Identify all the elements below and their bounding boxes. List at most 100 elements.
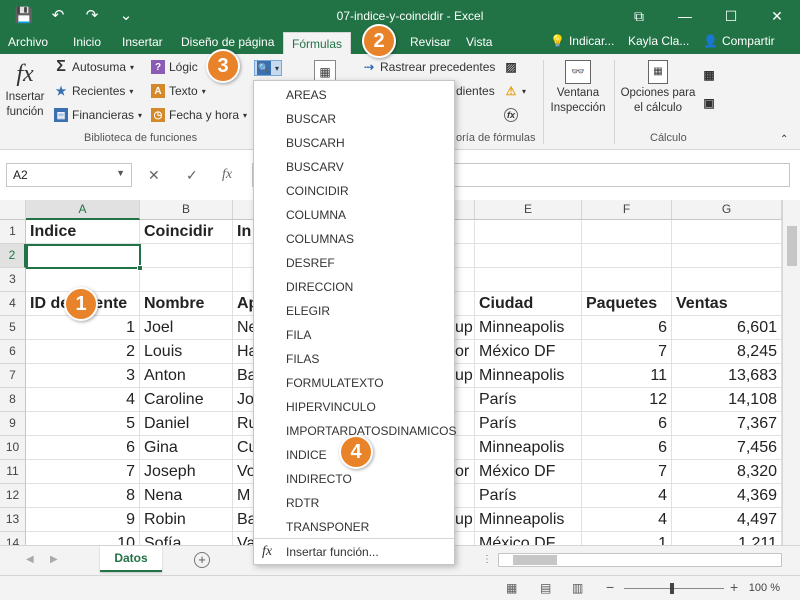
cell-a10[interactable]: 6 bbox=[26, 436, 140, 460]
row-header-6[interactable]: 6 bbox=[0, 340, 26, 364]
user-name[interactable]: Kayla Cla... bbox=[628, 34, 689, 48]
vertical-scroll-thumb[interactable] bbox=[787, 226, 797, 266]
page-break-view-icon[interactable]: ▥ bbox=[572, 581, 583, 595]
name-box-dropdown-icon[interactable]: ▼ bbox=[116, 168, 125, 178]
cell-f4[interactable]: Paquetes bbox=[582, 292, 672, 316]
cell-b5[interactable]: Joel bbox=[140, 316, 233, 340]
cell-b4[interactable]: Nombre bbox=[140, 292, 233, 316]
column-header-g[interactable]: G bbox=[672, 200, 782, 220]
cell-a14[interactable]: 10 bbox=[26, 532, 140, 545]
calcular-ahora-button[interactable]: ▦ bbox=[702, 68, 716, 82]
evaluar-formula-button[interactable]: fx bbox=[504, 108, 518, 122]
zoom-in-button[interactable]: + bbox=[730, 579, 738, 595]
opciones-calculo-button[interactable]: ▦ Opciones para el cálculo bbox=[618, 60, 698, 116]
cell-g4[interactable]: Ventas bbox=[672, 292, 782, 316]
horizontal-scrollbar[interactable] bbox=[498, 553, 782, 567]
menu-item-coincidir[interactable]: COINCIDIR bbox=[254, 179, 454, 203]
menu-item-indirecto[interactable]: INDIRECTO bbox=[254, 467, 454, 491]
calcular-hoja-button[interactable]: ▣ bbox=[702, 96, 716, 110]
cell-a7[interactable]: 3 bbox=[26, 364, 140, 388]
cell-e8[interactable]: París bbox=[475, 388, 582, 412]
texto-button[interactable]: A Texto ▾ bbox=[151, 84, 206, 98]
mostrar-formulas-button[interactable]: ▨ bbox=[504, 60, 518, 74]
tab-split-handle-icon[interactable]: ⋮ bbox=[482, 554, 492, 565]
menu-item-buscar[interactable]: BUSCAR bbox=[254, 107, 454, 131]
cell-d11[interactable]: or bbox=[455, 460, 475, 484]
cell-b2[interactable] bbox=[140, 244, 233, 268]
cell-g10[interactable]: 7,456 bbox=[672, 436, 782, 460]
cell-b11[interactable]: Joseph bbox=[140, 460, 233, 484]
fill-handle[interactable] bbox=[137, 265, 143, 271]
tab-formulas[interactable]: Fórmulas bbox=[283, 32, 352, 54]
cell-b3[interactable] bbox=[140, 268, 233, 292]
select-all-corner[interactable] bbox=[0, 200, 26, 220]
cell-g3[interactable] bbox=[672, 268, 782, 292]
cell-d5[interactable]: up bbox=[455, 316, 475, 340]
tab-archivo[interactable]: Archivo bbox=[8, 35, 48, 49]
autosuma-button[interactable]: Σ Autosuma ▾ bbox=[54, 58, 134, 75]
redo-icon[interactable]: ↷ bbox=[82, 6, 102, 24]
cell-g9[interactable]: 7,367 bbox=[672, 412, 782, 436]
cell-b1[interactable]: Coincidir bbox=[140, 220, 233, 244]
cell-e12[interactable]: París bbox=[475, 484, 582, 508]
cell-g1[interactable] bbox=[672, 220, 782, 244]
row-header-4[interactable]: 4 bbox=[0, 292, 26, 316]
row-header-9[interactable]: 9 bbox=[0, 412, 26, 436]
insert-function-icon[interactable]: fx bbox=[222, 167, 232, 183]
cell-g14[interactable]: 1,211 bbox=[672, 532, 782, 545]
menu-item-desref[interactable]: DESREF bbox=[254, 251, 454, 275]
cell-f13[interactable]: 4 bbox=[582, 508, 672, 532]
cell-f11[interactable]: 7 bbox=[582, 460, 672, 484]
row-header-3[interactable]: 3 bbox=[0, 268, 26, 292]
add-sheet-button[interactable]: + bbox=[194, 552, 210, 568]
cell-e5[interactable]: Minneapolis bbox=[475, 316, 582, 340]
column-header-b[interactable]: B bbox=[140, 200, 233, 220]
tab-diseno-pagina[interactable]: Diseño de página bbox=[181, 35, 274, 49]
cell-g5[interactable]: 6,601 bbox=[672, 316, 782, 340]
menu-item-columnas[interactable]: COLUMNAS bbox=[254, 227, 454, 251]
comprobacion-errores-button[interactable]: ⚠ ▾ bbox=[504, 84, 526, 98]
cell-e10[interactable]: Minneapolis bbox=[475, 436, 582, 460]
row-header-11[interactable]: 11 bbox=[0, 460, 26, 484]
row-header-14[interactable]: 14 bbox=[0, 532, 26, 545]
cell-b14[interactable]: Sofía bbox=[140, 532, 233, 545]
cell-b9[interactable]: Daniel bbox=[140, 412, 233, 436]
cell-e3[interactable] bbox=[475, 268, 582, 292]
row-header-5[interactable]: 5 bbox=[0, 316, 26, 340]
cell-f10[interactable]: 6 bbox=[582, 436, 672, 460]
cell-f7[interactable]: 11 bbox=[582, 364, 672, 388]
cell-a11[interactable]: 7 bbox=[26, 460, 140, 484]
rastrear-dependientes-button[interactable]: dientes bbox=[456, 84, 495, 98]
insertar-funcion-button[interactable]: fx Insertar función bbox=[4, 60, 46, 120]
cell-f3[interactable] bbox=[582, 268, 672, 292]
cell-a6[interactable]: 2 bbox=[26, 340, 140, 364]
tab-insertar[interactable]: Insertar bbox=[122, 35, 163, 49]
tab-vista[interactable]: Vista bbox=[466, 35, 492, 49]
cell-f1[interactable] bbox=[582, 220, 672, 244]
zoom-out-button[interactable]: − bbox=[606, 579, 614, 595]
share-button[interactable]: 👤 Compartir bbox=[703, 34, 775, 48]
menu-item-buscarh[interactable]: BUSCARH bbox=[254, 131, 454, 155]
row-header-10[interactable]: 10 bbox=[0, 436, 26, 460]
cell-f12[interactable]: 4 bbox=[582, 484, 672, 508]
cell-a9[interactable]: 5 bbox=[26, 412, 140, 436]
ribbon-display-icon[interactable]: ⧉ bbox=[616, 0, 662, 32]
cell-a1[interactable]: Indice bbox=[26, 220, 140, 244]
cell-b7[interactable]: Anton bbox=[140, 364, 233, 388]
cell-e6[interactable]: México DF bbox=[475, 340, 582, 364]
horizontal-scroll-thumb[interactable] bbox=[513, 555, 557, 565]
cell-b6[interactable]: Louis bbox=[140, 340, 233, 364]
column-header-a[interactable]: A bbox=[26, 200, 140, 220]
cell-e14[interactable]: México DF bbox=[475, 532, 582, 545]
cell-g11[interactable]: 8,320 bbox=[672, 460, 782, 484]
zoom-slider-knob[interactable] bbox=[670, 583, 674, 594]
sheet-nav-prev-icon[interactable]: ◀ bbox=[26, 554, 34, 565]
minimize-button[interactable]: — bbox=[662, 0, 708, 32]
cell-a12[interactable]: 8 bbox=[26, 484, 140, 508]
menu-item-fila[interactable]: FILA bbox=[254, 323, 454, 347]
menu-item-hipervinculo[interactable]: HIPERVINCULO bbox=[254, 395, 454, 419]
cell-d6[interactable]: or bbox=[455, 340, 475, 364]
name-box[interactable]: A2 ▼ bbox=[6, 163, 132, 187]
menu-item-columna[interactable]: COLUMNA bbox=[254, 203, 454, 227]
maximize-button[interactable]: ☐ bbox=[708, 0, 754, 32]
